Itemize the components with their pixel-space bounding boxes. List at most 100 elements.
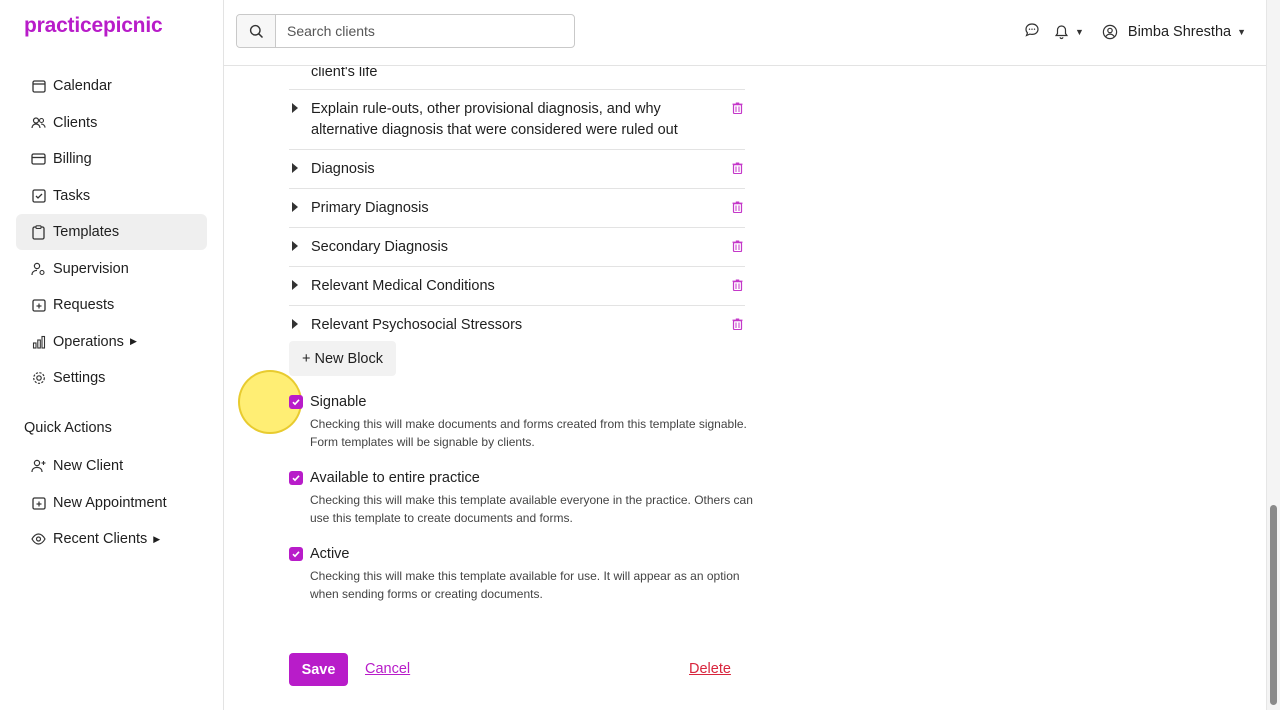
bell-icon xyxy=(1054,25,1069,40)
sidebar-item-label: Operations xyxy=(53,333,124,350)
search-input[interactable] xyxy=(276,15,574,47)
search-box xyxy=(236,14,575,48)
quick-actions-title: Quick Actions xyxy=(24,420,112,436)
trash-icon[interactable] xyxy=(732,160,743,181)
calendar-icon xyxy=(31,79,46,94)
quick-action-label: Recent Clients xyxy=(53,531,148,547)
expand-arrow-icon[interactable] xyxy=(292,163,298,173)
page-scrollbar[interactable] xyxy=(1266,0,1280,710)
signable-description: Checking this will make documents and fo… xyxy=(310,417,747,449)
caret-right-icon: ▶ xyxy=(129,336,137,346)
expand-arrow-icon[interactable] xyxy=(292,280,298,290)
quick-action-new-client[interactable]: New Client xyxy=(16,448,207,484)
active-description: Checking this will make this template av… xyxy=(310,569,740,601)
sidebar-item-requests[interactable]: Requests xyxy=(16,287,207,323)
check-icon xyxy=(292,475,300,482)
credit-card-icon xyxy=(31,152,46,167)
block-item[interactable]: Diagnosis xyxy=(289,150,745,189)
sidebar-item-label: Tasks xyxy=(53,187,91,204)
chat-icon[interactable] xyxy=(1024,22,1040,43)
block-title: Secondary Diagnosis xyxy=(311,239,449,255)
app-logo[interactable]: practicepicnic xyxy=(24,14,163,38)
block-title: Diagnosis xyxy=(311,161,375,177)
block-list: client's life Explain rule-outs, other p… xyxy=(289,67,745,344)
sidebar-item-label: Templates xyxy=(53,224,120,240)
search-button[interactable] xyxy=(237,15,276,47)
sidebar-item-label: Requests xyxy=(53,297,115,313)
calendar-plus-icon xyxy=(31,495,46,510)
trash-icon[interactable] xyxy=(732,100,743,121)
block-item[interactable]: Relevant Psychosocial Stressors xyxy=(289,306,745,344)
active-label: Active xyxy=(310,546,350,562)
sidebar-item-supervision[interactable]: Supervision xyxy=(16,251,207,287)
cancel-link[interactable]: Cancel xyxy=(365,661,410,677)
option-signable: Signable Checking this will make documen… xyxy=(289,392,759,451)
scrollbar-thumb[interactable] xyxy=(1270,505,1277,705)
block-item[interactable]: Explain rule-outs, other provisional dia… xyxy=(289,90,745,150)
block-item[interactable]: Primary Diagnosis xyxy=(289,189,745,228)
checkbox-icon xyxy=(31,188,46,203)
check-icon xyxy=(292,399,300,406)
sidebar-item-label: Supervision xyxy=(53,260,129,277)
bar-chart-icon xyxy=(31,334,46,349)
expand-arrow-icon[interactable] xyxy=(292,319,298,329)
clipboard-icon xyxy=(31,224,46,240)
expand-arrow-icon[interactable] xyxy=(292,202,298,212)
users-icon xyxy=(31,115,46,130)
trash-icon[interactable] xyxy=(732,277,743,298)
sidebar-item-label: Calendar xyxy=(53,78,112,94)
sidebar-item-billing[interactable]: Billing xyxy=(16,141,207,177)
user-plus-icon xyxy=(31,459,46,474)
sidebar-item-templates[interactable]: Templates xyxy=(16,214,207,250)
signable-checkbox[interactable] xyxy=(289,395,303,409)
sidebar-item-calendar[interactable]: Calendar xyxy=(16,68,207,104)
block-item[interactable]: client's life xyxy=(289,67,745,90)
sidebar: practicepicnic Calendar Clients Billing xyxy=(0,0,224,710)
delete-link[interactable]: Delete xyxy=(689,661,731,677)
quick-action-new-appointment[interactable]: New Appointment xyxy=(16,485,207,521)
check-icon xyxy=(292,551,300,558)
sidebar-item-operations[interactable]: Operations ▶ xyxy=(16,324,207,360)
sidebar-item-clients[interactable]: Clients xyxy=(16,105,207,141)
quick-action-recent-clients[interactable]: Recent Clients ▶ xyxy=(16,521,207,557)
chevron-down-icon: ▼ xyxy=(1074,27,1084,37)
caret-right-icon: ▶ xyxy=(153,533,161,544)
expand-arrow-icon[interactable] xyxy=(292,241,298,251)
trash-icon[interactable] xyxy=(732,316,743,337)
expand-arrow-icon[interactable] xyxy=(292,103,298,113)
user-menu[interactable]: Bimba Shrestha ▼ xyxy=(1102,24,1246,40)
available-practice-label: Available to entire practice xyxy=(310,470,480,486)
sidebar-item-label: Settings xyxy=(53,370,106,386)
option-available-practice: Available to entire practice Checking th… xyxy=(289,468,759,527)
trash-icon[interactable] xyxy=(732,238,743,259)
block-item[interactable]: Secondary Diagnosis xyxy=(289,228,745,267)
notifications-dropdown[interactable]: ▼ xyxy=(1054,24,1084,40)
gear-icon xyxy=(31,371,46,386)
active-checkbox[interactable] xyxy=(289,547,303,561)
top-header: ▼ Bimba Shrestha ▼ xyxy=(224,0,1266,66)
sidebar-nav: Calendar Clients Billing Tasks Templates… xyxy=(16,68,207,397)
sidebar-item-label: Billing xyxy=(53,151,92,167)
available-practice-checkbox[interactable] xyxy=(289,471,303,485)
option-active: Active Checking this will make this temp… xyxy=(289,544,759,603)
block-title: client's life xyxy=(311,67,378,80)
block-title: Relevant Medical Conditions xyxy=(311,278,495,294)
quick-action-label: New Appointment xyxy=(53,494,167,511)
save-button[interactable]: Save xyxy=(289,653,348,686)
header-actions: ▼ Bimba Shrestha ▼ xyxy=(1024,20,1246,44)
search-icon xyxy=(249,24,263,38)
new-block-button[interactable]: + New Block xyxy=(289,341,396,376)
available-practice-description: Checking this will make this template av… xyxy=(310,493,753,525)
template-editor: client's life Explain rule-outs, other p… xyxy=(224,67,1266,710)
signable-label: Signable xyxy=(310,394,367,410)
trash-icon[interactable] xyxy=(732,199,743,220)
user-avatar-icon xyxy=(1102,24,1118,40)
block-title: Primary Diagnosis xyxy=(311,200,429,216)
user-gear-icon xyxy=(31,261,46,276)
app-root: practicepicnic Calendar Clients Billing xyxy=(0,0,1280,710)
sidebar-item-settings[interactable]: Settings xyxy=(16,360,207,396)
quick-action-label: New Client xyxy=(53,458,124,474)
calendar-plus-icon xyxy=(31,298,46,313)
sidebar-item-tasks[interactable]: Tasks xyxy=(16,178,207,214)
block-item[interactable]: Relevant Medical Conditions xyxy=(289,267,745,306)
